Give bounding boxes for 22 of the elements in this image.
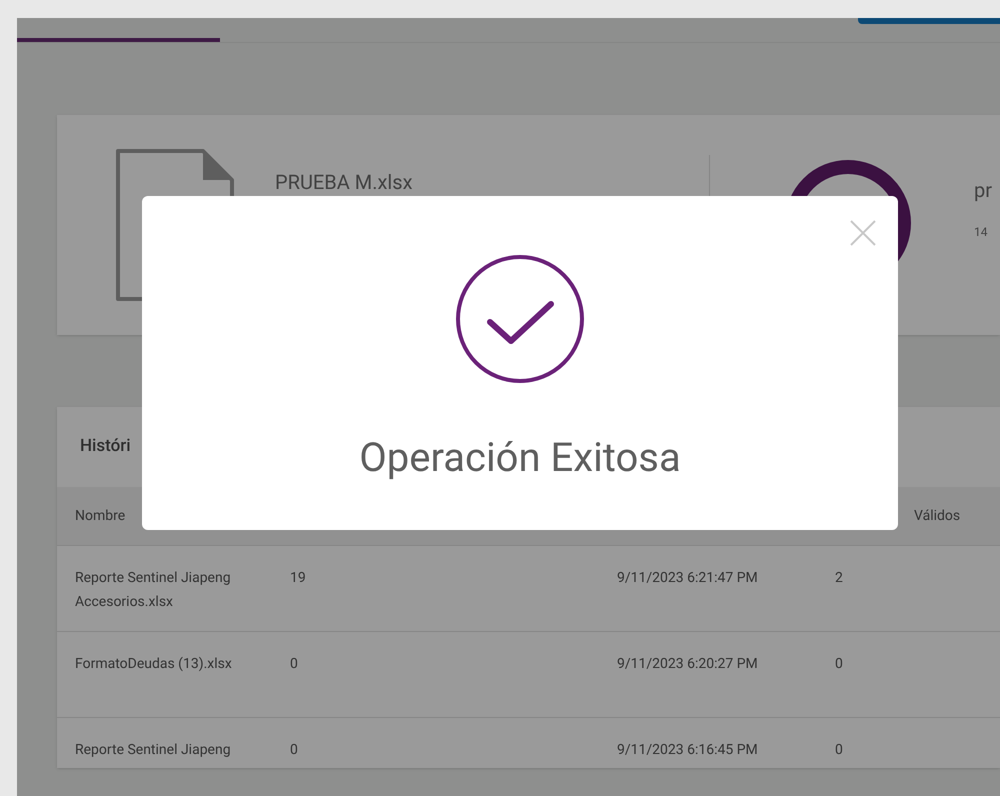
summary-detail: 14	[974, 224, 988, 241]
summary-title: pr	[974, 177, 992, 204]
table-cell-text: 0	[835, 655, 844, 674]
dialog-title: Operación Exitosa	[359, 433, 681, 483]
table-cell-text: 2	[835, 569, 844, 588]
card-title: Históri	[80, 435, 131, 458]
check-circle-icon	[455, 254, 585, 384]
table-cell-text: 0	[290, 655, 299, 674]
column-header: Válidos	[914, 506, 960, 526]
table-cell-text: 19	[290, 569, 307, 588]
table-cell-text: Reporte Sentinel Jiapeng Accesorios.xlsx	[75, 569, 232, 612]
close-button[interactable]	[848, 218, 878, 248]
table-cell-text: 9/11/2023 6:21:47 PM	[617, 569, 759, 588]
file-name: PRUEBA M.xlsx	[275, 170, 413, 194]
close-icon	[850, 220, 876, 246]
table-cell-text: Reporte Sentinel Jiapeng	[75, 741, 232, 760]
table-cell-text: FormatoDeudas (13).xlsx	[75, 655, 233, 674]
table-cell-text: 0	[290, 741, 299, 760]
table-cell-text: 0	[835, 741, 844, 760]
column-header: Nombre	[75, 506, 126, 526]
table-cell-text: 9/11/2023 6:16:45 PM	[617, 741, 759, 760]
table-cell-text: 9/11/2023 6:20:27 PM	[617, 655, 759, 674]
